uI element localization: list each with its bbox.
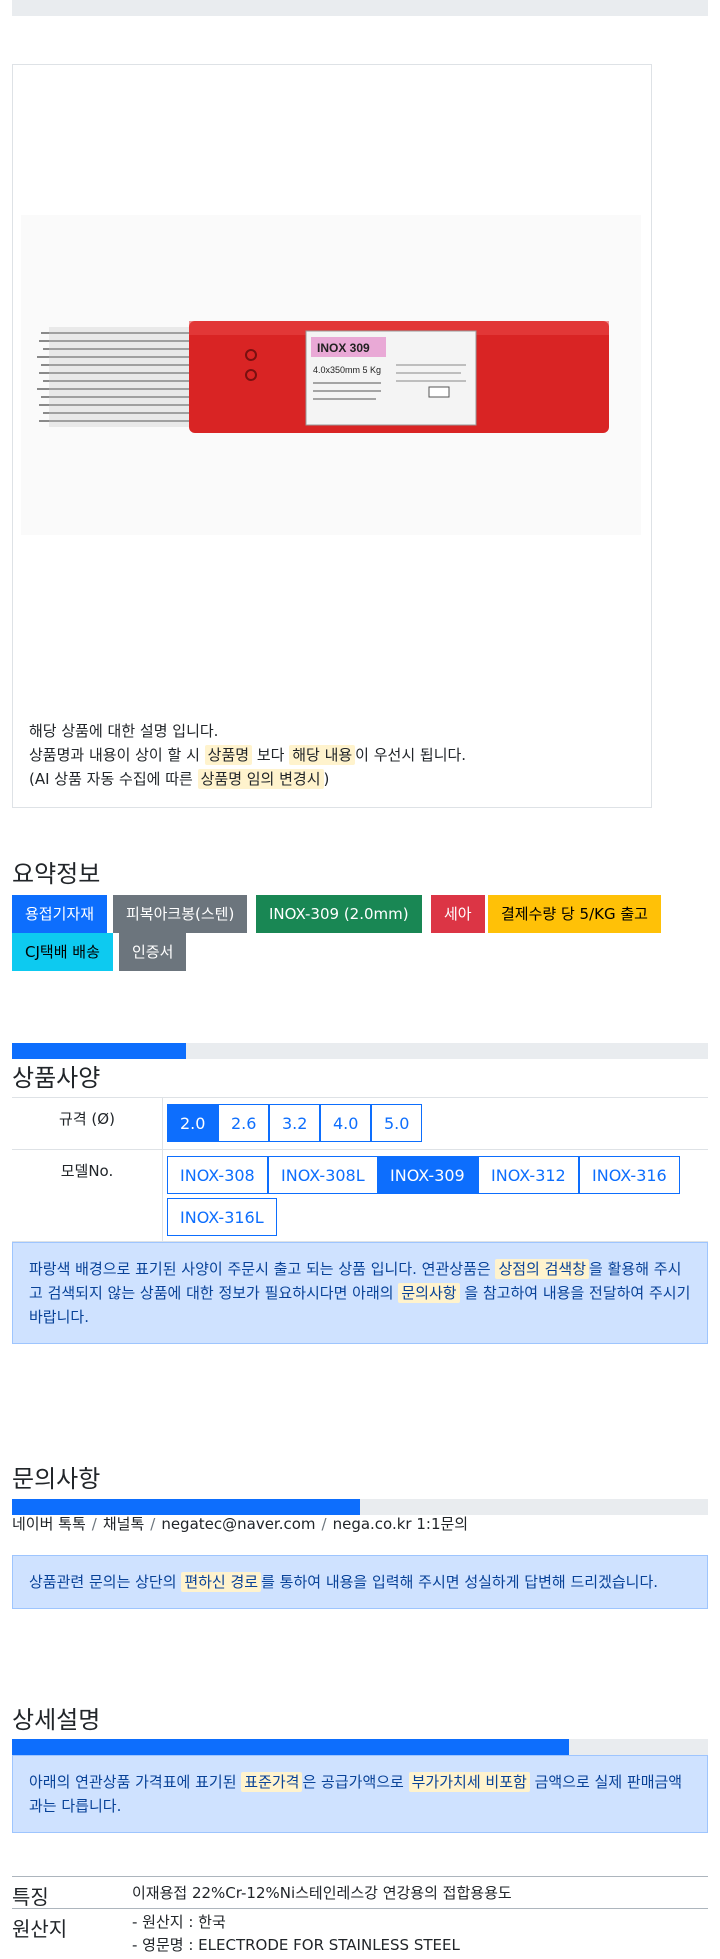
spec-progress-bar	[12, 1043, 708, 1059]
detail-title: 상세설명	[12, 1706, 101, 1734]
product-card: INOX 309 4.0x350mm 5 Kg 해당 상품에 대한 설명 입니다…	[12, 64, 652, 808]
model-option-inox-308[interactable]: INOX-308	[167, 1156, 268, 1194]
detail-row-origin: 원산지 - 원산지 : 한국 - 영문명 : ELECTRODE FOR STA…	[12, 1908, 708, 1959]
link-separator: /	[150, 1515, 156, 1533]
description-text: (AI 상품 자동 수집에 따른	[29, 770, 198, 788]
notice-text: 은 공급가액으로	[302, 1773, 409, 1791]
package-label-title: INOX 309	[317, 341, 370, 355]
detail-progress-fill	[12, 1739, 569, 1755]
notice-text: 파랑색 배경으로 표기된 사양이 주문시 출고 되는 상품 입니다. 연관상품은	[29, 1260, 496, 1278]
size-option-3-2[interactable]: 3.2	[269, 1104, 321, 1142]
feature-key: 특징	[12, 1885, 49, 1909]
origin-english-name: - 영문명 : ELECTRODE FOR STAINLESS STEEL	[132, 1936, 460, 1954]
badge-category[interactable]: 용접기자재	[12, 895, 108, 933]
description-text: )	[323, 770, 330, 788]
model-option-inox-312[interactable]: INOX-312	[478, 1156, 579, 1194]
summary-title: 요약정보	[12, 860, 101, 888]
size-label: 규격 (Ø)	[59, 1110, 115, 1128]
top-progress-bar	[12, 0, 708, 16]
badge-model[interactable]: INOX-309 (2.0mm)	[256, 895, 422, 933]
badge-certificate[interactable]: 인증서	[119, 933, 187, 971]
spec-title: 상품사양	[12, 1064, 101, 1092]
highlight-route: 편하신 경로	[181, 1572, 262, 1592]
description-text: 상품명과 내용이 상이 할 시	[29, 746, 205, 764]
highlight-inquiry: 문의사항	[398, 1283, 460, 1303]
size-option-4-0[interactable]: 4.0	[320, 1104, 372, 1142]
model-option-inox-316[interactable]: INOX-316	[579, 1156, 680, 1194]
link-separator: /	[321, 1515, 327, 1533]
origin-country: - 원산지 : 한국	[132, 1913, 226, 1931]
highlight-name-change: 상품명 임의 변경시	[197, 769, 324, 789]
notice-text: 상품관련 문의는 상단의	[29, 1573, 182, 1591]
contact-links: 네이버 톡톡 / 채널톡 / negatec@naver.com / nega.co.kr …	[12, 1513, 468, 1534]
description-text: 이 우선시 됩니다.	[355, 746, 467, 764]
notice-text: 를 통하여 내용을 입력해 주시면 성실하게 답변해 드리겠습니다.	[261, 1573, 659, 1591]
inquiry-notice: 상품관련 문의는 상단의 편하신 경로 를 통하여 내용을 입력해 주시면 성실하…	[12, 1555, 708, 1609]
highlight-standard-price: 표준가격	[241, 1772, 303, 1792]
highlight-product-name: 상품명	[204, 745, 253, 765]
link-email[interactable]: negatec@naver.com	[161, 1515, 315, 1533]
description-line-2: 상품명과 내용이 상이 할 시 상품명 보다 해당 내용 이 우선시 됩니다.	[29, 743, 466, 767]
size-option-5-0[interactable]: 5.0	[371, 1104, 423, 1142]
feature-value: 이재용접 22%Cr-12%Ni스테인레스강 연강용의 접합용용도	[132, 1884, 512, 1902]
badge-brand[interactable]: 세아	[431, 895, 485, 933]
model-option-inox-308l[interactable]: INOX-308L	[268, 1156, 378, 1194]
spec-notice: 파랑색 배경으로 표기된 사양이 주문시 출고 되는 상품 입니다. 연관상품은…	[12, 1242, 708, 1344]
description-line-1: 해당 상품에 대한 설명 입니다.	[29, 722, 219, 740]
description-text: 보다	[252, 746, 290, 764]
highlight-content: 해당 내용	[289, 745, 356, 765]
highlight-search: 상점의 검색창	[495, 1259, 590, 1279]
detail-notice: 아래의 연관상품 가격표에 표기된 표준가격 은 공급가액으로 부가가치세 비포함…	[12, 1755, 708, 1833]
model-label: 모델No.	[60, 1162, 114, 1180]
link-naver-talk[interactable]: 네이버 톡톡	[12, 1515, 86, 1533]
detail-progress-bar	[12, 1739, 708, 1755]
badge-subcategory[interactable]: 피복아크봉(스텐)	[113, 895, 248, 933]
model-option-inox-309[interactable]: INOX-309	[377, 1156, 478, 1194]
size-option-2-6[interactable]: 2.6	[218, 1104, 270, 1142]
product-image: INOX 309 4.0x350mm 5 Kg	[21, 215, 641, 535]
spec-row-model: 모델No. INOX-308 INOX-308L INOX-309 INOX-3…	[12, 1149, 708, 1242]
link-site-inquiry[interactable]: nega.co.kr 1:1문의	[333, 1515, 469, 1533]
notice-text: 아래의 연관상품 가격표에 표기된	[29, 1773, 242, 1791]
size-option-2-0[interactable]: 2.0	[167, 1104, 219, 1142]
badge-shipping[interactable]: CJ택배 배송	[12, 933, 113, 971]
detail-row-feature: 특징 이재용접 22%Cr-12%Ni스테인레스강 연강용의 접합용용도	[12, 1876, 708, 1909]
model-option-inox-316l[interactable]: INOX-316L	[167, 1198, 277, 1236]
description-line-3: (AI 상품 자동 수집에 따른 상품명 임의 변경시)	[29, 767, 466, 791]
link-separator: /	[91, 1515, 97, 1533]
link-channel-talk[interactable]: 채널톡	[103, 1515, 144, 1533]
origin-key: 원산지	[12, 1917, 68, 1941]
product-description: 해당 상품에 대한 설명 입니다. 상품명과 내용이 상이 할 시 상품명 보다…	[29, 719, 466, 791]
spec-row-size: 규격 (Ø) 2.0 2.6 3.2 4.0 5.0	[12, 1097, 708, 1149]
package-label-spec: 4.0x350mm 5 Kg	[313, 365, 381, 375]
spec-progress-fill	[12, 1043, 186, 1059]
inquiry-title: 문의사항	[12, 1465, 101, 1493]
origin-value: - 원산지 : 한국 - 영문명 : ELECTRODE FOR STAINLE…	[132, 1911, 460, 1957]
badge-quantity[interactable]: 결제수량 당 5/KG 출고	[488, 895, 661, 933]
highlight-vat: 부가가치세 비포함	[408, 1772, 530, 1792]
